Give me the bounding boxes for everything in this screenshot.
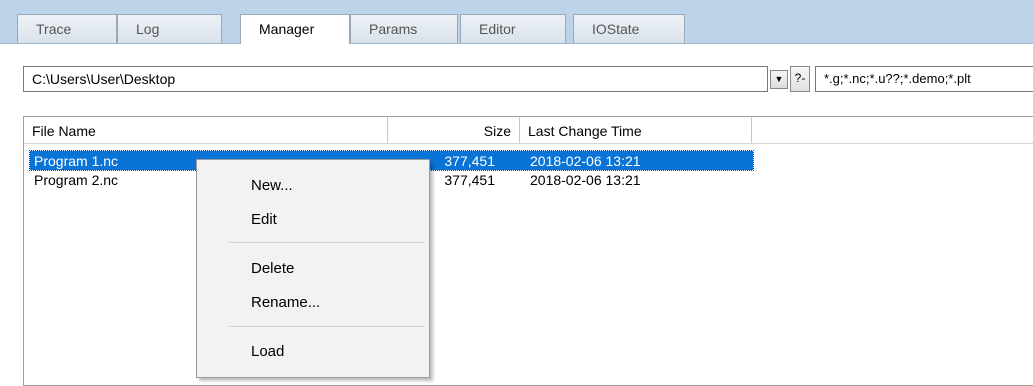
help-button[interactable]: ?- [790,66,810,92]
menu-item-edit[interactable]: Edit [199,207,427,233]
column-header-file-name[interactable]: File Name [24,117,388,143]
menu-separator [229,242,425,243]
help-button-label: ?- [794,71,806,85]
menu-item-load[interactable]: Load [199,339,427,365]
path-value: C:\Users\User\Desktop [32,71,176,87]
tab-log[interactable]: Log [117,14,222,43]
column-header-last-change-time[interactable]: Last Change Time [520,117,752,143]
tab-params[interactable]: Params [350,14,458,43]
file-size: 377,451 [444,172,495,188]
menu-item-delete[interactable]: Delete [199,256,427,282]
file-time: 2018-02-06 13:21 [530,172,641,188]
file-time: 2018-02-06 13:21 [530,153,641,169]
list-header: File Name Size Last Change Time [24,117,1033,144]
column-header-size[interactable]: Size [388,117,520,143]
menu-item-label: Rename... [251,294,321,311]
tab-iostate[interactable]: IOState [573,14,685,43]
filter-input[interactable]: *.g;*.nc;*.u??;*.demo;*.plt [815,66,1033,92]
menu-item-rename[interactable]: Rename... [199,290,427,316]
chevron-down-icon: ▼ [774,74,784,84]
filter-value: *.g;*.nc;*.u??;*.demo;*.plt [824,71,971,86]
tab-manager[interactable]: Manager [240,14,350,44]
file-size: 377,451 [444,153,495,169]
tab-trace[interactable]: Trace [17,14,117,43]
column-header-label: Last Change Time [528,123,642,139]
tab-label: IOState [592,21,640,37]
tab-editor[interactable]: Editor [460,14,566,43]
path-combobox[interactable]: C:\Users\User\Desktop [23,66,768,92]
tab-label: Trace [36,21,72,37]
tab-label: Params [369,21,418,37]
tab-strip: Trace Log Manager Params Editor IOState [0,0,1033,44]
column-header-label: Size [483,123,511,139]
menu-item-label: Edit [251,211,277,228]
menu-item-label: Delete [251,260,295,277]
menu-item-label: New... [251,177,293,194]
context-menu: New... Edit Delete Rename... Load [196,159,430,378]
tab-label: Editor [479,21,516,37]
menu-separator [229,326,425,327]
menu-item-new[interactable]: New... [199,173,427,199]
path-dropdown-button[interactable]: ▼ [770,70,788,89]
file-name: Program 2.nc [34,172,119,188]
menu-item-label: Load [251,343,285,360]
file-name: Program 1.nc [34,153,119,169]
file-list[interactable]: File Name Size Last Change Time Program … [23,116,1033,386]
column-header-label: File Name [32,123,96,139]
tab-label: Log [136,21,160,37]
tab-label: Manager [259,21,315,37]
